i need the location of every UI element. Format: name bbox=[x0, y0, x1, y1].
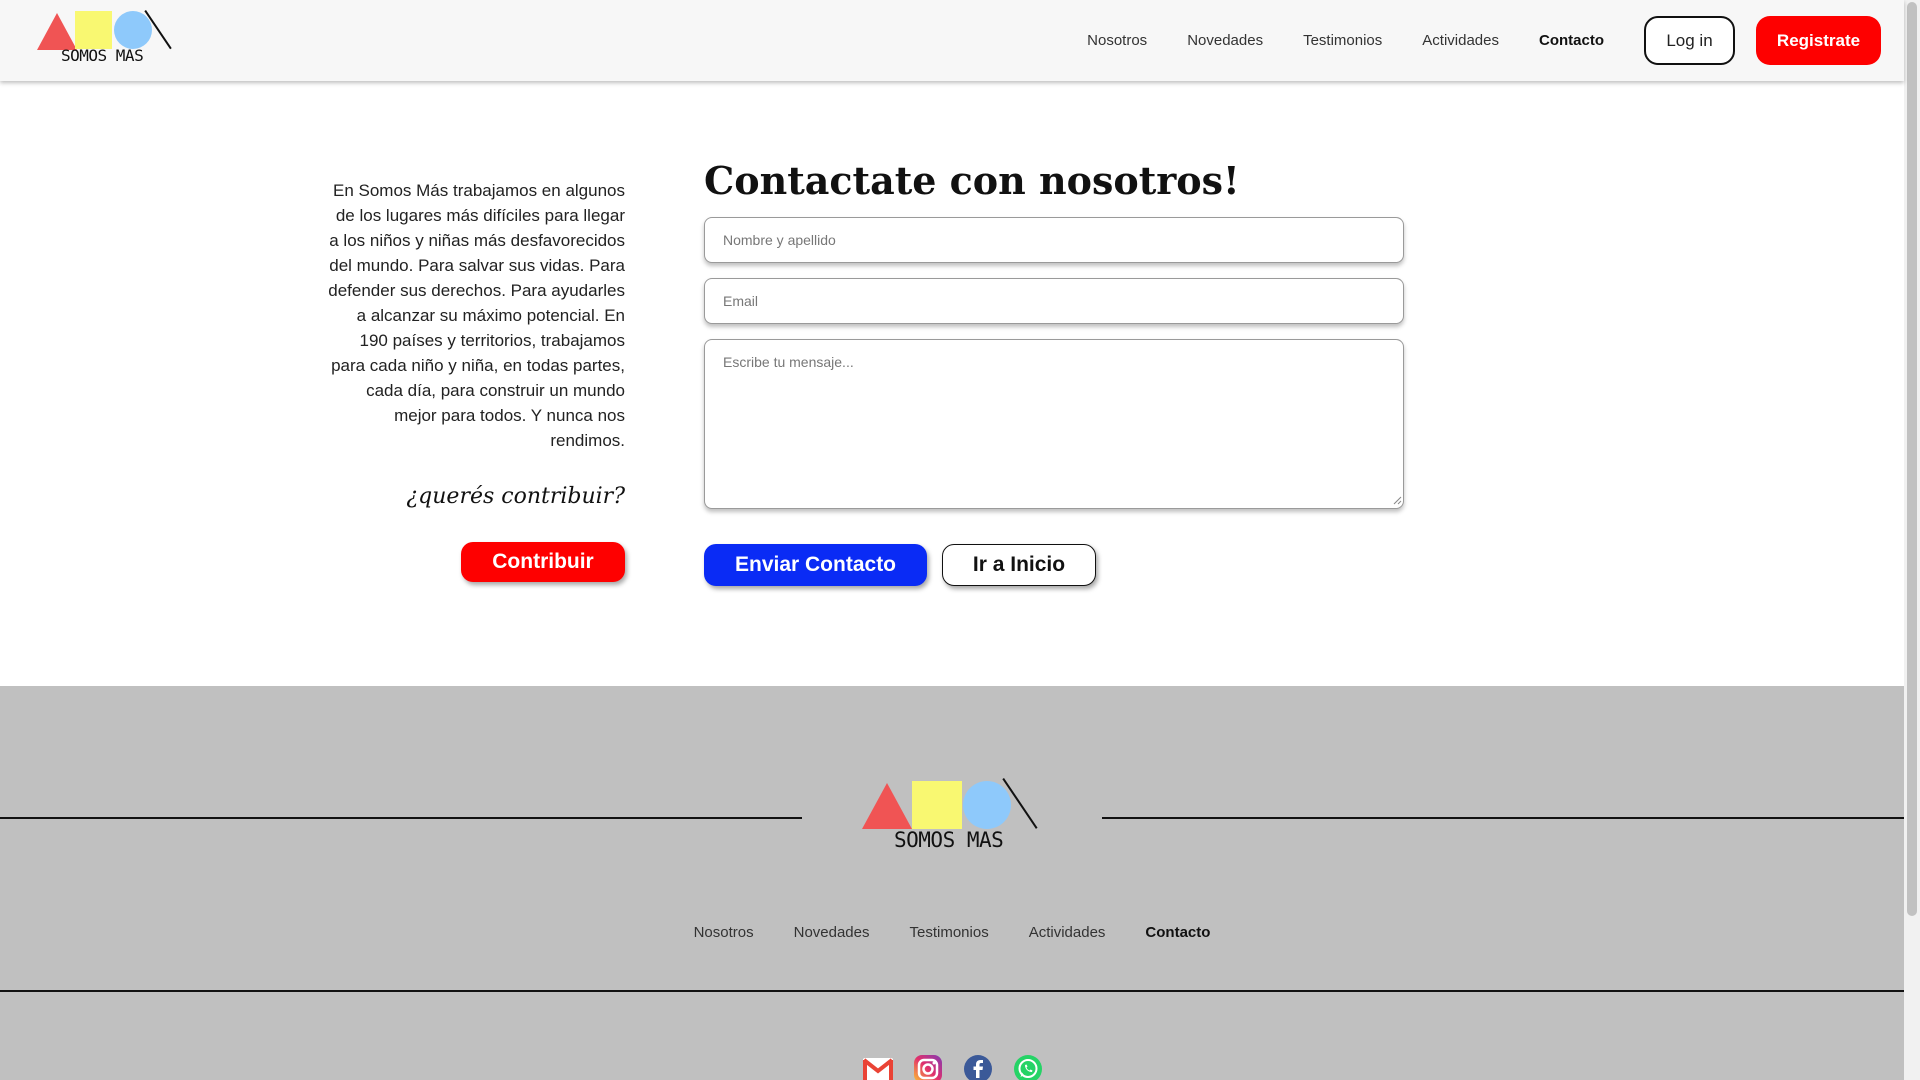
footer-nav-novedades[interactable]: Novedades bbox=[794, 924, 870, 941]
logo-triangle bbox=[862, 783, 912, 829]
instagram-icon[interactable] bbox=[911, 1052, 945, 1080]
go-home-button[interactable]: Ir a Inicio bbox=[942, 544, 1096, 586]
nav-nosotros[interactable]: Nosotros bbox=[1087, 32, 1147, 49]
email-field[interactable] bbox=[704, 278, 1404, 324]
nav-testimonios[interactable]: Testimonios bbox=[1303, 32, 1382, 49]
social-links bbox=[861, 1052, 1045, 1080]
logo-text: SOMOS MAS bbox=[894, 828, 1004, 852]
footer-divider-left bbox=[0, 817, 802, 819]
mission-text: En Somos Más trabajamos en algunos de lo… bbox=[328, 181, 625, 450]
scrollbar-thumb[interactable] bbox=[1907, 2, 1917, 916]
nav-contacto[interactable]: Contacto bbox=[1539, 32, 1604, 49]
resize-grip-icon[interactable] bbox=[1393, 496, 1402, 505]
header-nav: Nosotros Novedades Testimonios Actividad… bbox=[1087, 0, 1881, 81]
send-contact-button[interactable]: Enviar Contacto bbox=[704, 544, 927, 586]
footer-logo[interactable]: SOMOS MAS bbox=[862, 778, 1042, 858]
facebook-icon[interactable] bbox=[961, 1052, 995, 1080]
page-scrollbar[interactable] bbox=[1904, 0, 1920, 1080]
header-logo[interactable]: SOMOS MAS bbox=[37, 8, 177, 68]
logo-square bbox=[75, 11, 112, 49]
logo-text: SOMOS MAS bbox=[61, 46, 144, 65]
nav-actividades[interactable]: Actividades bbox=[1422, 32, 1499, 49]
footer-nav-contacto[interactable]: Contacto bbox=[1145, 924, 1210, 941]
footer-nav-nosotros[interactable]: Nosotros bbox=[694, 924, 754, 941]
message-field[interactable] bbox=[704, 339, 1404, 509]
nav-novedades[interactable]: Novedades bbox=[1187, 32, 1263, 49]
footer-nav: Nosotros Novedades Testimonios Actividad… bbox=[0, 924, 1904, 941]
form-title: Contactate con nosotros! bbox=[704, 158, 1240, 203]
logo-circle bbox=[963, 781, 1011, 829]
footer-divider-right bbox=[1102, 817, 1904, 819]
footer-divider-bottom bbox=[0, 990, 1904, 992]
contribute-button[interactable]: Contribuir bbox=[461, 542, 625, 582]
gmail-icon[interactable] bbox=[861, 1052, 895, 1080]
logo-circle bbox=[114, 11, 152, 49]
footer-nav-testimonios[interactable]: Testimonios bbox=[910, 924, 989, 941]
site-footer bbox=[0, 686, 1904, 1080]
login-button[interactable]: Log in bbox=[1644, 16, 1735, 65]
contribute-question: ¿querés contribuir? bbox=[406, 484, 625, 509]
logo-square bbox=[912, 781, 962, 829]
register-button[interactable]: Registrate bbox=[1756, 16, 1881, 65]
footer-nav-actividades[interactable]: Actividades bbox=[1029, 924, 1106, 941]
logo-triangle bbox=[37, 13, 77, 50]
name-field[interactable] bbox=[704, 217, 1404, 263]
whatsapp-icon[interactable] bbox=[1011, 1052, 1045, 1080]
site-header: SOMOS MAS Nosotros Novedades Testimonios… bbox=[0, 0, 1904, 81]
